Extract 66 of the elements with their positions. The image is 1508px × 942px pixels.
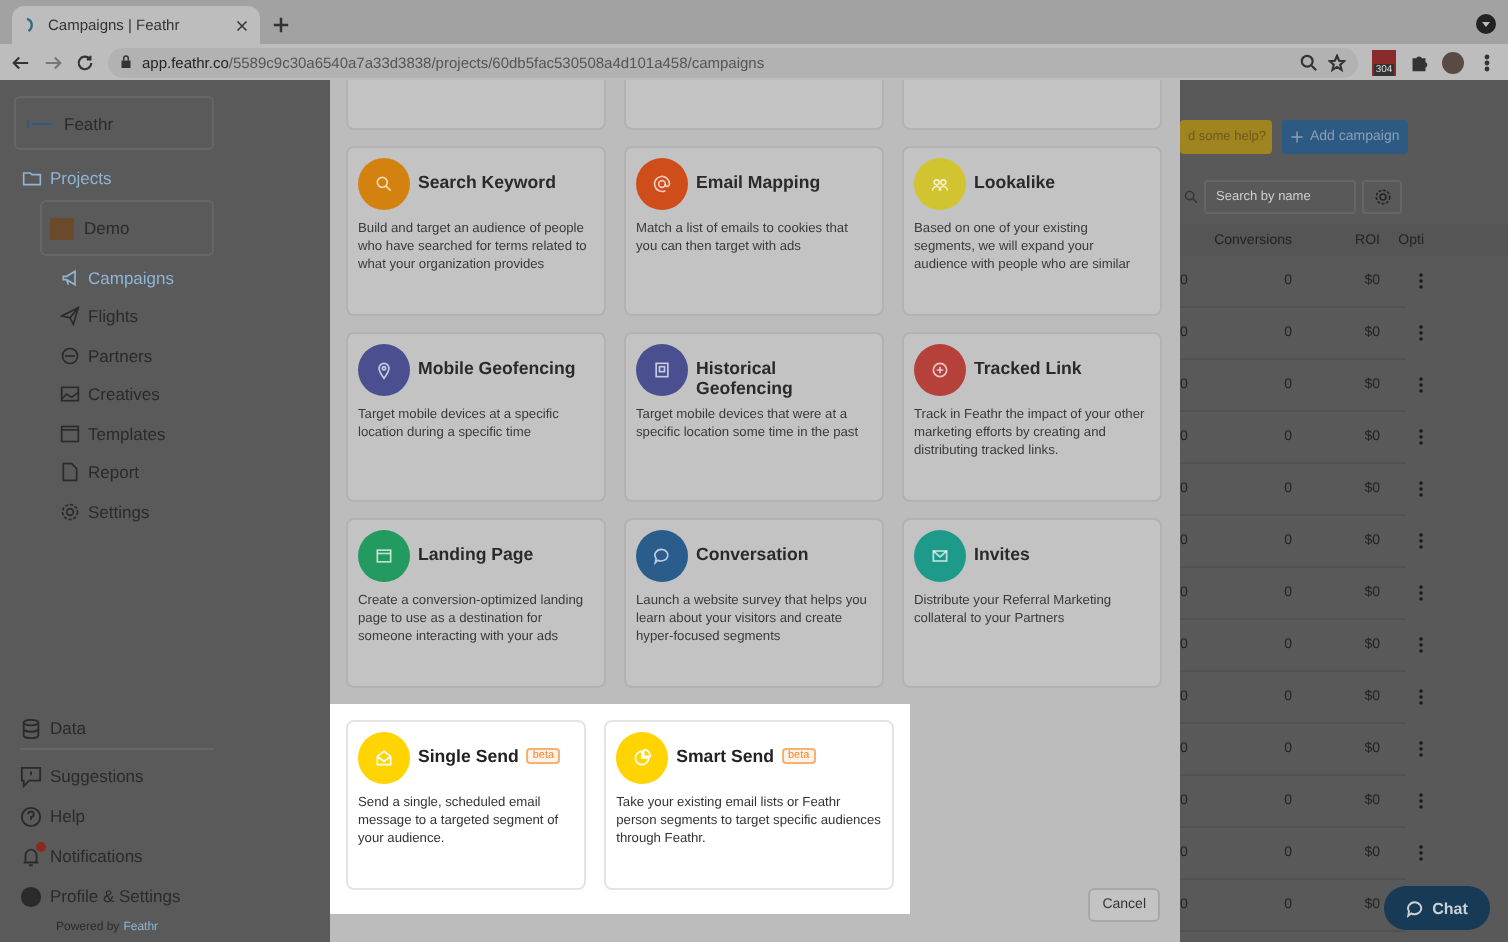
chat-button[interactable]: Chat xyxy=(1384,886,1490,930)
close-icon[interactable] xyxy=(236,19,248,31)
sidebar-item[interactable]: Campaigns xyxy=(60,264,330,290)
logo-icon xyxy=(26,117,54,129)
envelope-icon xyxy=(930,546,950,566)
forward-icon[interactable] xyxy=(44,53,62,71)
card-title: Single Send xyxy=(418,744,519,766)
more-options-icon[interactable] xyxy=(1418,792,1424,810)
more-options-icon[interactable] xyxy=(1418,584,1424,602)
profile-icon xyxy=(20,885,42,907)
dropdown-icon[interactable] xyxy=(1476,14,1496,34)
search-icon xyxy=(374,174,394,194)
card-title: Invites xyxy=(974,542,1030,564)
new-tab-icon[interactable] xyxy=(272,16,290,34)
back-icon[interactable] xyxy=(12,53,30,71)
card-title: Search Keyword xyxy=(418,170,556,192)
more-options-icon[interactable] xyxy=(1418,480,1424,498)
card-title: Historical Geofencing xyxy=(696,356,795,398)
more-options-icon[interactable] xyxy=(1418,532,1424,550)
more-options-icon[interactable] xyxy=(1418,428,1424,446)
card-title: Smart Send xyxy=(676,744,774,766)
lock-icon xyxy=(120,54,132,70)
search-icon xyxy=(1184,190,1198,204)
card-title: Conversation xyxy=(696,542,809,564)
more-options-icon[interactable] xyxy=(1418,324,1424,342)
at-sign-icon xyxy=(652,174,672,194)
project-thumbnail xyxy=(50,217,74,239)
reload-icon[interactable] xyxy=(76,53,94,71)
more-options-icon[interactable] xyxy=(1418,740,1424,758)
star-icon[interactable] xyxy=(1328,53,1346,71)
database-icon xyxy=(20,717,42,739)
document-icon xyxy=(60,462,80,483)
window-icon xyxy=(60,423,80,444)
more-options-icon[interactable] xyxy=(1418,636,1424,654)
more-options-icon[interactable] xyxy=(1418,376,1424,394)
more-options-icon[interactable] xyxy=(1418,272,1424,290)
gear-icon xyxy=(60,502,80,523)
card-title: Landing Page xyxy=(418,542,534,564)
help-icon xyxy=(20,805,42,827)
people-icon xyxy=(930,174,950,194)
puzzle-icon[interactable] xyxy=(1410,53,1428,71)
card-title: Email Mapping xyxy=(696,170,821,192)
card-title: Lookalike xyxy=(974,170,1056,192)
image-icon xyxy=(60,384,80,405)
paper-plane-icon xyxy=(60,306,80,327)
suggestion-icon xyxy=(20,765,42,787)
browser-window-icon xyxy=(374,546,394,566)
speech-bubble-icon xyxy=(652,546,672,566)
bell-icon xyxy=(20,845,42,867)
megaphone-icon xyxy=(60,267,80,287)
settings-icon xyxy=(1373,188,1391,206)
speech-bubble-icon xyxy=(1406,899,1425,917)
projects-link[interactable]: Projects xyxy=(22,168,330,188)
avatar[interactable] xyxy=(1442,51,1464,73)
location-pin-icon xyxy=(374,360,394,380)
document-icon xyxy=(652,360,672,380)
folder-icon xyxy=(22,168,42,188)
more-options-icon[interactable] xyxy=(1418,688,1424,706)
settings-button[interactable] xyxy=(1362,180,1402,214)
zoom-icon[interactable] xyxy=(1300,53,1318,71)
envelope-icon xyxy=(374,748,394,768)
plus-icon xyxy=(1290,130,1304,144)
card-title: Mobile Geofencing xyxy=(418,356,576,378)
card-title: Tracked Link xyxy=(974,356,1082,378)
pie-chart-icon xyxy=(632,748,653,768)
more-options-icon[interactable] xyxy=(1418,844,1424,862)
